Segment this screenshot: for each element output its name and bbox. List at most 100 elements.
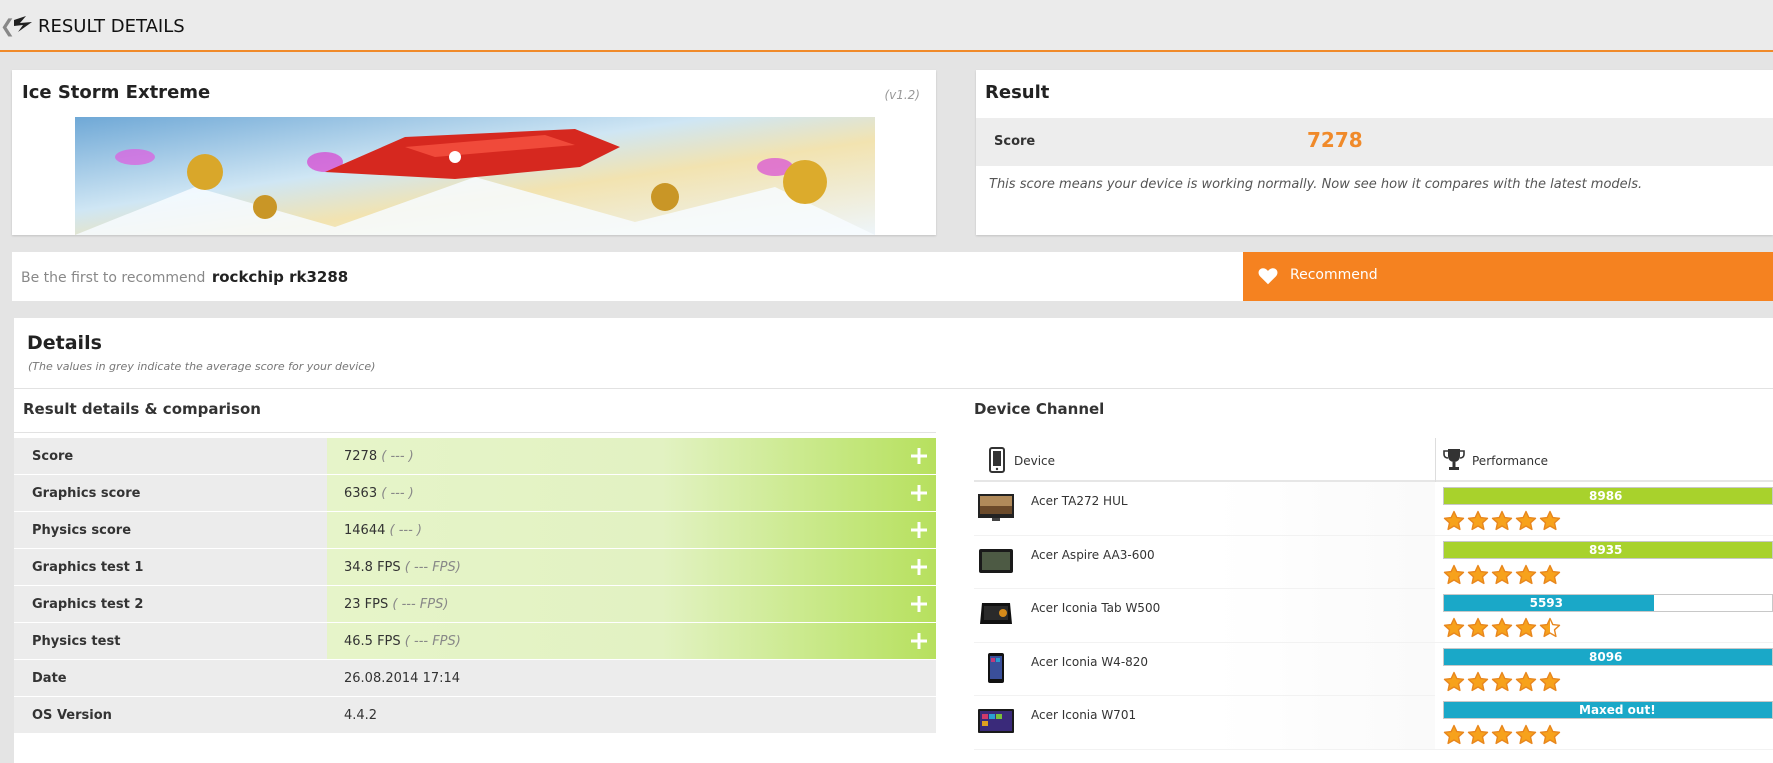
recommend-prefix: Be the first to recommend bbox=[21, 270, 206, 286]
recommend-device-name: rockchip rk3288 bbox=[211, 268, 349, 286]
star-icon bbox=[1443, 725, 1465, 745]
details-divider bbox=[14, 388, 1773, 389]
device-performance: 8935 bbox=[1435, 535, 1773, 589]
result-row: Graphics test 2 23 FPS ( --- FPS) bbox=[14, 586, 936, 623]
star-icon bbox=[1491, 564, 1513, 584]
plus-icon[interactable] bbox=[910, 558, 928, 576]
star-icon bbox=[1515, 617, 1537, 638]
device-name[interactable]: Acer Iconia W4-820 bbox=[1031, 655, 1148, 669]
result-row-label: Physics test bbox=[14, 623, 327, 659]
device-channel-table: Device Performance Acer TA272 HUL 8986 Ace… bbox=[974, 438, 1773, 750]
star-icon bbox=[1515, 510, 1537, 531]
heart-icon bbox=[1258, 268, 1278, 285]
star-rating bbox=[1443, 510, 1563, 532]
recommend-button-label: Recommend bbox=[1290, 267, 1378, 283]
result-row-value-cell: 4.4.2 bbox=[327, 697, 936, 733]
device-name[interactable]: Acer Iconia Tab W500 bbox=[1031, 601, 1160, 615]
result-row: Graphics test 1 34.8 FPS ( --- FPS) bbox=[14, 549, 936, 586]
star-icon bbox=[1467, 671, 1489, 691]
plus-icon[interactable] bbox=[910, 595, 928, 613]
star-icon bbox=[1467, 564, 1489, 584]
performance-bar-label: 8935 bbox=[1589, 542, 1623, 557]
device-thumbnail bbox=[979, 548, 1013, 573]
result-row-value: 26.08.2014 17:14 bbox=[344, 671, 461, 686]
col-device-label: Device bbox=[1014, 454, 1056, 468]
result-row-label: Physics score bbox=[14, 512, 327, 548]
device-row[interactable]: Acer TA272 HUL 8986 bbox=[974, 482, 1773, 536]
test-name: Ice Storm Extreme bbox=[22, 82, 211, 103]
performance-bar: 8096 bbox=[1443, 647, 1773, 666]
3dmark-logo-icon[interactable] bbox=[12, 14, 34, 36]
device-performance: Maxed out! bbox=[1435, 696, 1773, 750]
result-score-row: Score 7278 bbox=[976, 118, 1773, 166]
result-row-value-cell: 23 FPS ( --- FPS) bbox=[327, 586, 936, 622]
result-score-label: Score bbox=[994, 134, 1036, 149]
result-row-average: ( --- ) bbox=[389, 523, 422, 538]
page-title: RESULT DETAILS bbox=[38, 16, 185, 37]
device-row[interactable]: Acer Aspire AA3-600 8935 bbox=[974, 535, 1773, 590]
device-name[interactable]: Acer Iconia W701 bbox=[1031, 708, 1136, 722]
star-icon bbox=[1443, 671, 1465, 691]
star-icon bbox=[1539, 564, 1561, 584]
star-icon bbox=[1491, 725, 1513, 745]
star-rating bbox=[1443, 564, 1563, 586]
test-version: (v1.2) bbox=[884, 88, 920, 102]
star-icon bbox=[1443, 617, 1465, 638]
recommend-button[interactable]: Recommend bbox=[1243, 252, 1773, 301]
device-thumbnail bbox=[980, 603, 1012, 625]
star-icon bbox=[1539, 617, 1561, 638]
star-icon bbox=[1443, 510, 1465, 531]
result-row-value: 7278 bbox=[344, 449, 378, 464]
phone-icon bbox=[989, 447, 1005, 473]
star-rating bbox=[1443, 671, 1563, 693]
star-icon bbox=[1539, 725, 1561, 745]
plus-icon[interactable] bbox=[910, 521, 928, 539]
result-row-label: Graphics score bbox=[14, 475, 327, 511]
result-card: Result Score 7278 This score means your … bbox=[976, 70, 1773, 235]
star-icon bbox=[1515, 671, 1537, 691]
result-row: Physics score 14644 ( --- ) bbox=[14, 512, 936, 549]
test-card: Ice Storm Extreme (v1.2) bbox=[12, 70, 936, 235]
result-row-average: ( --- FPS) bbox=[392, 597, 449, 612]
result-details-title: Result details & comparison bbox=[23, 400, 261, 418]
device-row[interactable]: Acer Iconia W701 Maxed out! bbox=[974, 696, 1773, 750]
result-row-average: ( --- FPS) bbox=[404, 634, 461, 649]
device-name[interactable]: Acer Aspire AA3-600 bbox=[1031, 548, 1155, 562]
star-rating bbox=[1443, 617, 1563, 639]
result-row-label: OS Version bbox=[14, 697, 327, 733]
device-performance: 5593 bbox=[1435, 589, 1773, 643]
device-list: Acer TA272 HUL 8986 Acer Aspire AA3-600 893… bbox=[974, 482, 1773, 750]
performance-bar-label: Maxed out! bbox=[1579, 703, 1656, 718]
details-section: Details (The values in grey indicate the… bbox=[14, 318, 1773, 763]
result-row-average: ( --- ) bbox=[381, 449, 414, 464]
recommend-bar: Be the first to recommend rockchip rk328… bbox=[12, 252, 1773, 301]
result-row-label: Score bbox=[14, 438, 327, 474]
result-row: Graphics score 6363 ( --- ) bbox=[14, 475, 936, 512]
result-row-value: 6363 bbox=[344, 486, 378, 501]
result-title: Result bbox=[985, 82, 1050, 103]
star-icon bbox=[1515, 725, 1537, 745]
star-icon bbox=[1443, 564, 1465, 584]
result-row-label: Graphics test 2 bbox=[14, 586, 327, 622]
star-icon bbox=[1467, 725, 1489, 745]
plus-icon[interactable] bbox=[910, 484, 928, 502]
result-row-value-cell: 34.8 FPS ( --- FPS) bbox=[327, 549, 936, 585]
result-row: Physics test 46.5 FPS ( --- FPS) bbox=[14, 623, 936, 660]
result-row-value-cell: 6363 ( --- ) bbox=[327, 475, 936, 511]
performance-bar-label: 8096 bbox=[1589, 649, 1623, 664]
device-row[interactable]: Acer Iconia Tab W500 5593 bbox=[974, 589, 1773, 643]
device-channel-header: Device Performance bbox=[974, 438, 1773, 482]
device-channel-title: Device Channel bbox=[974, 400, 1105, 418]
result-details-table: Score 7278 ( --- ) Graphics score 6363 ( --… bbox=[14, 438, 936, 734]
plus-icon[interactable] bbox=[910, 447, 928, 465]
device-name[interactable]: Acer TA272 HUL bbox=[1031, 494, 1128, 508]
performance-bar: 8986 bbox=[1443, 487, 1773, 505]
device-row[interactable]: Acer Iconia W4-820 8096 bbox=[974, 642, 1773, 697]
device-performance: 8986 bbox=[1435, 482, 1773, 535]
plus-icon[interactable] bbox=[910, 632, 928, 650]
details-subtitle: (The values in grey indicate the average… bbox=[28, 360, 376, 373]
left-divider bbox=[14, 432, 936, 433]
performance-bar-label: 8986 bbox=[1589, 489, 1623, 503]
star-icon bbox=[1467, 617, 1489, 638]
test-banner-image bbox=[75, 117, 875, 235]
